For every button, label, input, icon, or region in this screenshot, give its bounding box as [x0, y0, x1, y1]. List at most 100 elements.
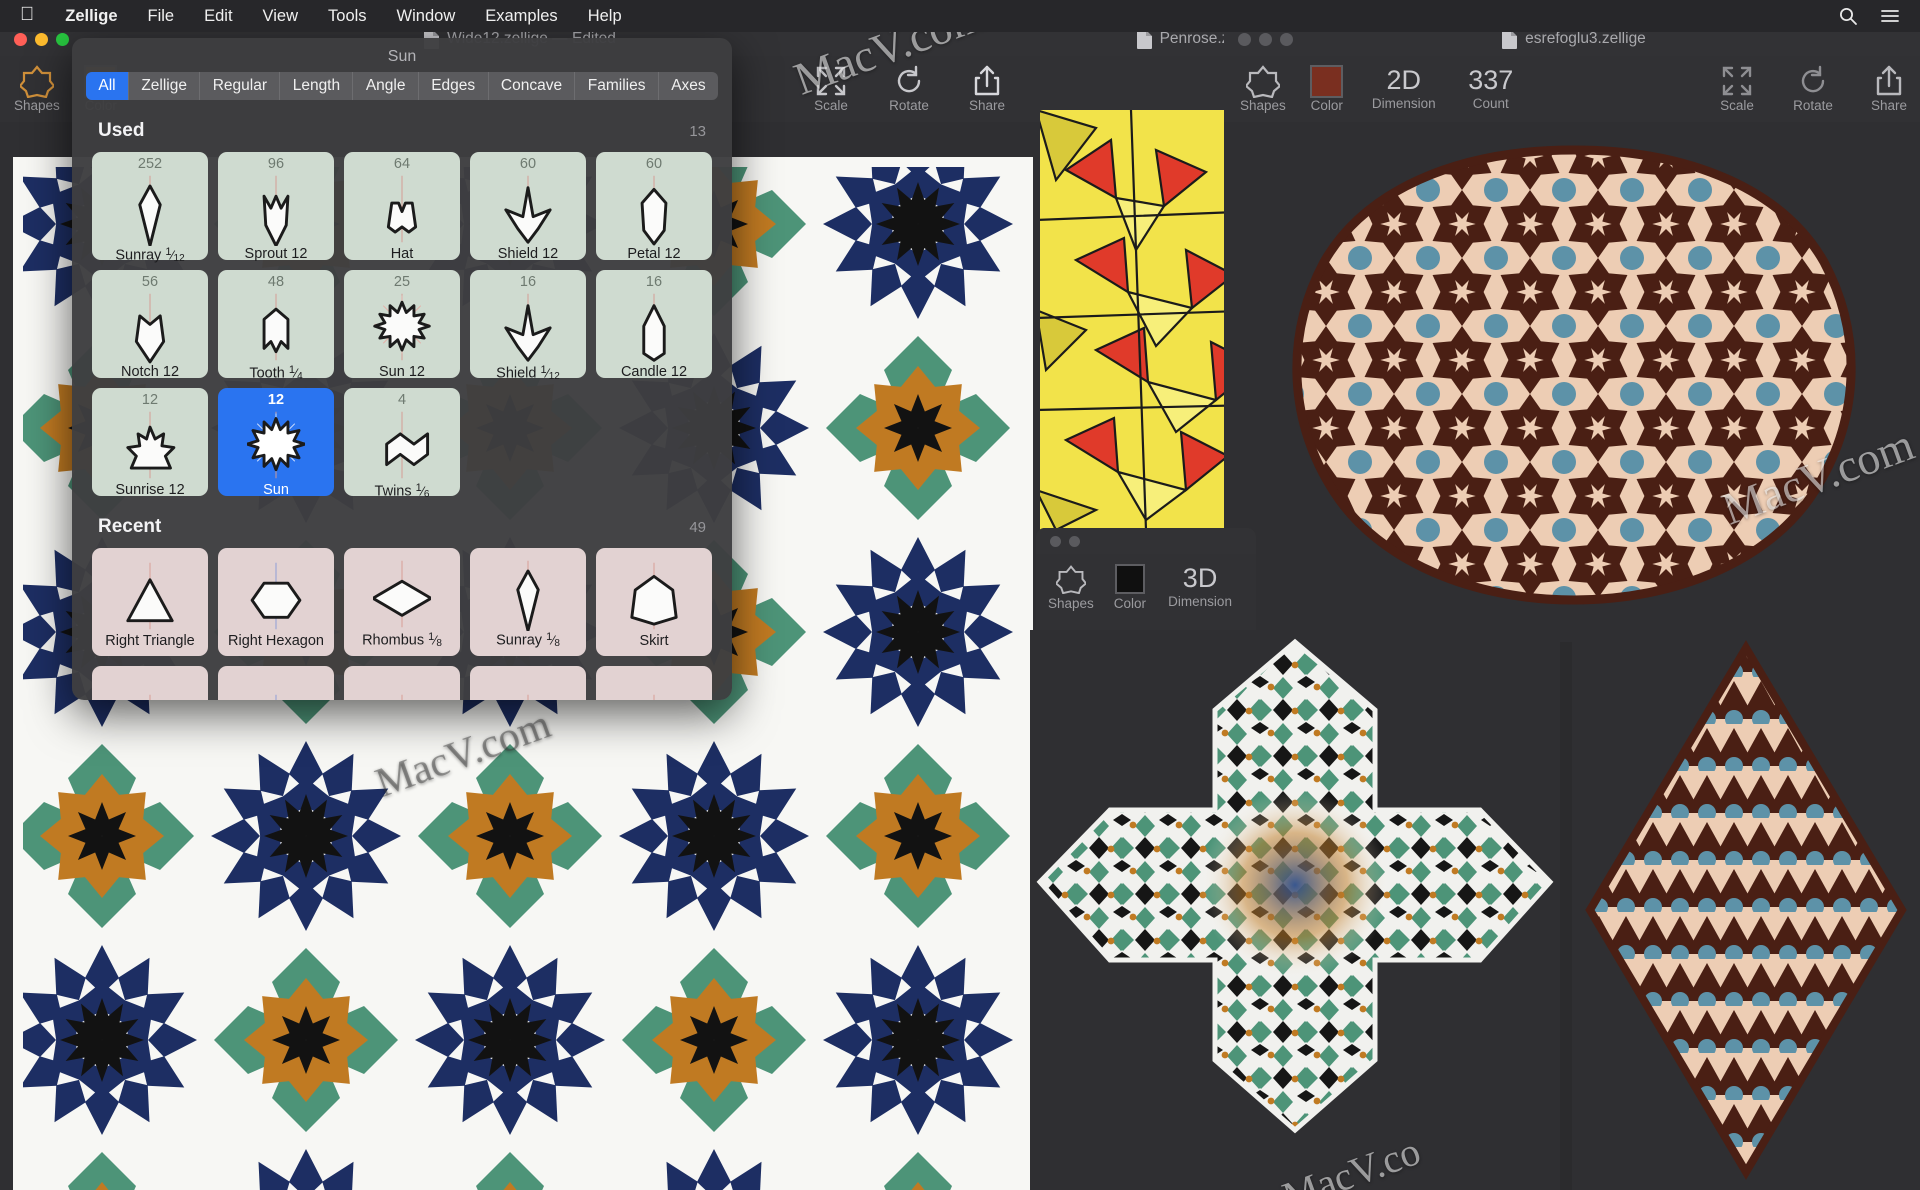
shape-name: Petal 12	[627, 246, 680, 269]
toolbar-shapes[interactable]: Shapes	[1230, 60, 1296, 113]
close-button[interactable]	[1238, 33, 1251, 46]
shape-glyph-petal-icon	[470, 688, 586, 700]
shape-cell[interactable]: 12Sunrise 12	[92, 388, 208, 496]
toolbar-scale[interactable]: Scale	[1706, 60, 1768, 113]
minimize-button[interactable]	[1259, 33, 1272, 46]
shape-cell[interactable]: 12Sun	[218, 388, 334, 496]
small-titlebar[interactable]	[1036, 528, 1256, 554]
tab-axes[interactable]: Axes	[659, 72, 718, 100]
shape-cell[interactable]: 16Candle 12	[596, 270, 712, 378]
shape-glyph-sun-icon	[218, 408, 334, 482]
control-center-icon[interactable]	[1880, 6, 1900, 26]
shape-cell[interactable]: Right Hexagon	[218, 548, 334, 656]
small-window-controls[interactable]	[1050, 536, 1080, 547]
tab-angle[interactable]: Angle	[353, 72, 418, 100]
toolbar-color[interactable]: Color	[1296, 60, 1358, 113]
search-icon[interactable]	[1838, 6, 1858, 26]
close-button[interactable]	[14, 33, 27, 46]
tab-edges[interactable]: Edges	[419, 72, 489, 100]
toolbar-dimension[interactable]: 3D Dimension	[1156, 558, 1244, 609]
tab-zellige[interactable]: Zellige	[129, 72, 200, 100]
menu-item-examples[interactable]: Examples	[470, 0, 572, 32]
toolbar-rotate[interactable]: Rotate	[878, 60, 940, 113]
toolbar-rotate[interactable]: Rotate	[1782, 60, 1844, 113]
toolbar-color-label: Color	[1311, 98, 1343, 113]
small-toolbar[interactable]: Shapes Color 3D Dimension	[1036, 554, 1256, 610]
shape-cell[interactable]: 25Sun 12	[344, 270, 460, 378]
shape-picker-popover[interactable]: Sun AllZelligeRegularLengthAngleEdgesCon…	[72, 38, 732, 700]
esrefoglu-canvas[interactable]	[1224, 122, 1920, 642]
shape-cell[interactable]: Skirt	[596, 548, 712, 656]
toolbar-dimension[interactable]: 2D Dimension	[1358, 60, 1450, 111]
shape-cell[interactable]: 16Shield 1⁄12	[470, 270, 586, 378]
shape-name: Twins 1⁄6	[375, 482, 430, 507]
shape-cell[interactable]: 56Notch 12	[92, 270, 208, 378]
toolbar-shapes[interactable]: Shapes	[1038, 558, 1104, 611]
share-icon	[1874, 62, 1904, 100]
menu-item-view[interactable]: View	[248, 0, 313, 32]
toolbar-shapes[interactable]: Shapes	[4, 60, 70, 113]
window-controls[interactable]	[14, 33, 69, 46]
shapes-icon	[1246, 62, 1280, 100]
cross-tiling-canvas[interactable]	[1030, 630, 1560, 1190]
esrefoglu-toolbar[interactable]: Shapes Color 2D Dimension 337 Count	[1224, 56, 1920, 122]
toolbar-color[interactable]: Color	[1104, 558, 1156, 611]
toolbar-scale[interactable]: Scale	[800, 60, 862, 113]
toolbar-share[interactable]: Share	[956, 60, 1018, 113]
tab-length[interactable]: Length	[280, 72, 353, 100]
minimize-button[interactable]	[1069, 536, 1080, 547]
shape-cell[interactable]: 96Sprout 12	[218, 152, 334, 260]
shape-name: Notch 12	[121, 364, 179, 387]
shape-cell[interactable]: 4Twins 1⁄6	[344, 388, 460, 496]
apple-logo-icon[interactable]: 	[14, 5, 50, 27]
shape-cell[interactable]	[596, 666, 712, 700]
tab-regular[interactable]: Regular	[200, 72, 280, 100]
toolbar-count[interactable]: 337 Count	[1450, 60, 1532, 111]
toolbar-count-value: 337	[1468, 62, 1513, 98]
shape-cell[interactable]: 252Sunray 1⁄12	[92, 152, 208, 260]
shape-cell[interactable]: 48Tooth 1⁄4	[218, 270, 334, 378]
toolbar-count-label: Count	[1473, 96, 1509, 111]
menu-item-file[interactable]: File	[133, 0, 190, 32]
zoom-button[interactable]	[1280, 33, 1293, 46]
window-esrefoglu3[interactable]: esrefoglu3.zellige Shapes Color 2D Dimen…	[1224, 22, 1920, 642]
tab-concave[interactable]: Concave	[489, 72, 576, 100]
section-title: Used	[98, 120, 144, 142]
zoom-button[interactable]	[56, 33, 69, 46]
minimize-button[interactable]	[35, 33, 48, 46]
tab-all[interactable]: All	[86, 72, 129, 100]
shape-cell[interactable]	[470, 666, 586, 700]
shape-cell[interactable]	[218, 666, 334, 700]
shape-cell[interactable]: Right Triangle	[92, 548, 208, 656]
shape-cell[interactable]: 60Petal 12	[596, 152, 712, 260]
shape-cell[interactable]: 60Shield 12	[470, 152, 586, 260]
shape-name: Right Hexagon	[228, 633, 324, 656]
menu-item-window[interactable]: Window	[382, 0, 471, 32]
close-button[interactable]	[1050, 536, 1061, 547]
popover-tab-row[interactable]: AllZelligeRegularLengthAngleEdgesConcave…	[72, 72, 732, 100]
menubar[interactable]:  Zellige File Edit View Tools Window Ex…	[0, 0, 1920, 32]
shape-name: Skirt	[640, 633, 669, 656]
shape-glyph-sunrise-icon	[92, 408, 208, 482]
tab-families[interactable]: Families	[575, 72, 658, 100]
menu-item-edit[interactable]: Edit	[189, 0, 247, 32]
shape-glyph-righttriangle-icon	[92, 688, 208, 700]
menu-item-tools[interactable]: Tools	[313, 0, 382, 32]
filter-tabs[interactable]: AllZelligeRegularLengthAngleEdgesConcave…	[86, 72, 718, 100]
shape-name: Hat	[391, 246, 414, 269]
shape-glyph-skirt-icon	[596, 688, 712, 700]
menu-item-zellige[interactable]: Zellige	[50, 0, 132, 32]
esrefoglu-window-controls[interactable]	[1238, 33, 1293, 46]
shape-name: Sunray 1⁄12	[115, 246, 184, 271]
toolbar-share[interactable]: Share	[1858, 60, 1920, 113]
rhombus-tiling-canvas[interactable]	[1572, 630, 1920, 1190]
shape-cell[interactable]: Rhombus 1⁄8	[344, 548, 460, 656]
toolbar-shapes-label: Shapes	[1048, 596, 1094, 611]
shape-cell[interactable]: Sunray 1⁄8	[470, 548, 586, 656]
shape-cell[interactable]	[92, 666, 208, 700]
toolbar-shapes-label: Shapes	[1240, 98, 1286, 113]
shape-cell[interactable]	[344, 666, 460, 700]
toolbar-share-label: Share	[969, 98, 1005, 113]
shape-cell[interactable]: 64Hat	[344, 152, 460, 260]
menu-item-help[interactable]: Help	[573, 0, 637, 32]
